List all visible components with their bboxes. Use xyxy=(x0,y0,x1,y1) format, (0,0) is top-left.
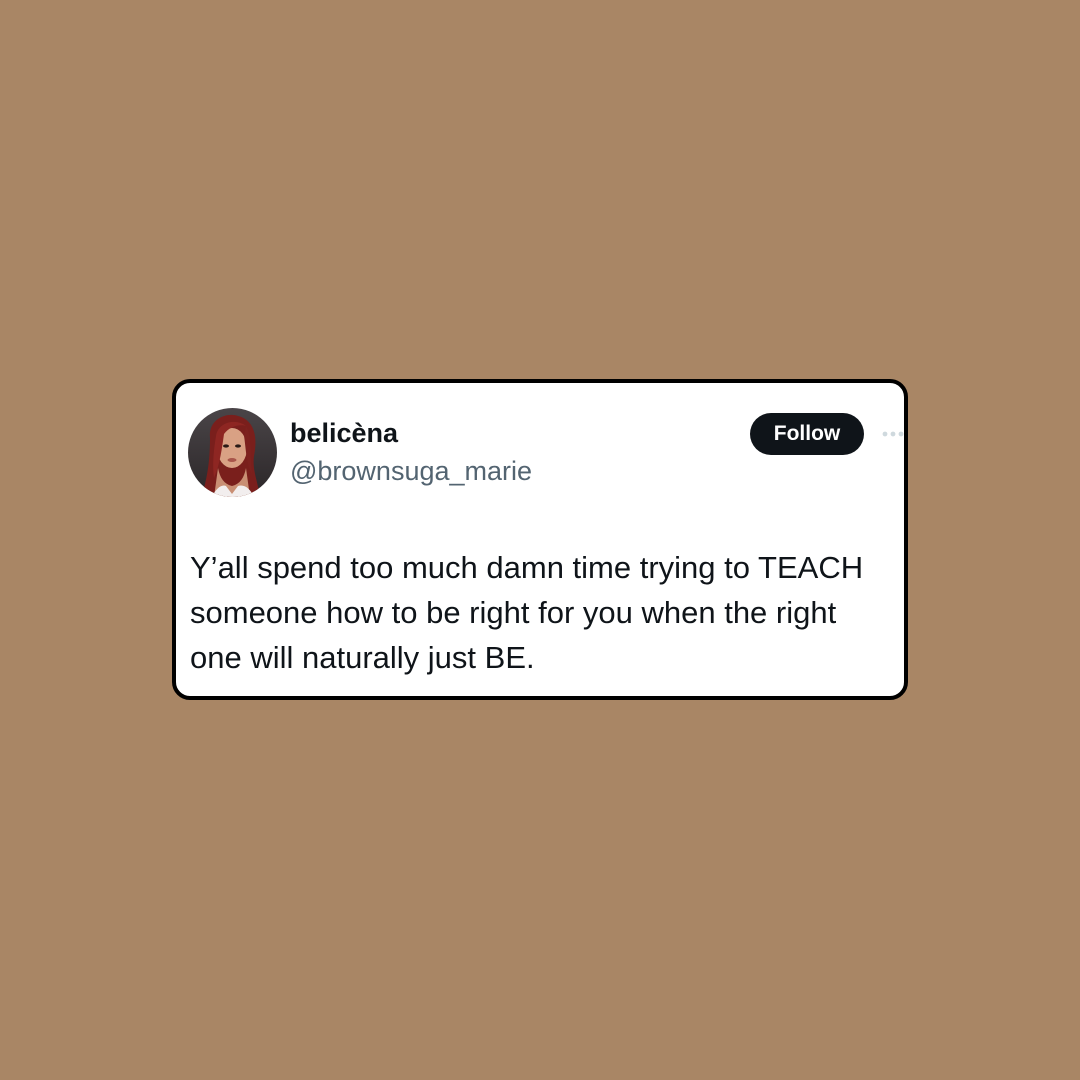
more-dots-icon[interactable] xyxy=(880,429,910,439)
avatar[interactable] xyxy=(188,408,277,497)
follow-button[interactable]: Follow xyxy=(750,413,864,455)
tweet-card: belicèna @brownsuga_marie Follow Y’all s… xyxy=(172,379,908,700)
avatar-photo-icon xyxy=(188,408,277,497)
display-name[interactable]: belicèna xyxy=(290,417,398,449)
tweet-text: Y’all spend too much damn time trying to… xyxy=(190,550,864,675)
page-background: belicèna @brownsuga_marie Follow Y’all s… xyxy=(0,0,1080,1080)
user-handle[interactable]: @brownsuga_marie xyxy=(290,455,532,487)
